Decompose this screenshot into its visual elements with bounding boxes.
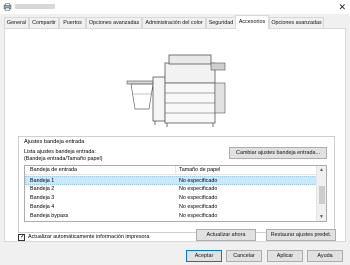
printer-properties-window: ✕ General Compartir Puertos Opciones ava… bbox=[0, 0, 350, 265]
tab-accesorios[interactable]: Accesorios bbox=[235, 15, 269, 29]
list-label-line2: (Bandeja entrada/Tamaño papel) bbox=[24, 155, 103, 162]
vertical-scrollbar[interactable]: ▲ ▼ bbox=[316, 166, 326, 221]
column-divider bbox=[175, 166, 176, 175]
tab-administracion-color[interactable]: Administración del color bbox=[142, 17, 206, 28]
tray-name: Bandeja bypass bbox=[30, 213, 69, 219]
title-bar: ✕ bbox=[0, 0, 350, 14]
paper-size: No especificado bbox=[179, 186, 218, 192]
tab-seguridad[interactable]: Seguridad bbox=[206, 17, 236, 28]
tab-strip: General Compartir Puertos Opciones avanz… bbox=[4, 15, 346, 29]
tray-name: Bandeja 4 bbox=[30, 204, 55, 210]
tab-general[interactable]: General bbox=[4, 17, 29, 28]
paper-size: No especificado bbox=[179, 213, 218, 219]
paper-size: No especificado bbox=[179, 204, 218, 210]
tray-name: Bandeja 3 bbox=[30, 195, 55, 201]
apply-button[interactable]: Aplicar bbox=[267, 250, 303, 262]
tray-name: Bandeja 2 bbox=[30, 186, 55, 192]
restore-defaults-button[interactable]: Restaurar ajustes predet. bbox=[266, 229, 336, 241]
change-tray-settings-button[interactable]: Cambiar ajustes bandeja entrada... bbox=[229, 147, 327, 159]
auto-update-checkbox[interactable]: ✓ bbox=[18, 234, 25, 241]
tray-name: Bandeja 1 bbox=[30, 178, 55, 184]
scroll-down-icon[interactable]: ▼ bbox=[319, 214, 324, 220]
tab-puertos[interactable]: Puertos bbox=[59, 17, 86, 28]
cancel-button[interactable]: Cancelar bbox=[226, 250, 262, 262]
window-title-placeholder bbox=[15, 4, 55, 9]
tray-list[interactable]: Bandeja de entrada Tamaño de papel Bande… bbox=[24, 165, 327, 222]
table-row[interactable]: Bandeja 2 No especificado bbox=[25, 185, 317, 194]
table-row[interactable]: Bandeja 4 No especificado bbox=[25, 203, 317, 212]
tab-opciones-avanzadas[interactable]: Opciones avanzadas bbox=[86, 17, 142, 28]
tab-compartir[interactable]: Compartir bbox=[29, 17, 59, 28]
column-header-tray[interactable]: Bandeja de entrada bbox=[30, 167, 77, 173]
paper-size: No especificado bbox=[179, 178, 218, 184]
paper-size: No especificado bbox=[179, 195, 218, 201]
table-row[interactable]: Bandeja 3 No especificado bbox=[25, 194, 317, 203]
close-icon[interactable]: ✕ bbox=[338, 1, 346, 13]
ok-button[interactable]: Aceptar bbox=[186, 250, 222, 262]
help-button[interactable]: Ayuda bbox=[307, 250, 343, 262]
list-label-line1: Lista ajustes bandeja entrada: bbox=[24, 149, 96, 155]
column-header-size[interactable]: Tamaño de papel bbox=[179, 167, 220, 173]
dialog-button-bar: Aceptar Cancelar Aplicar Ayuda bbox=[0, 244, 350, 265]
tab-opciones-avanzadas-2[interactable]: Opciones avanzadas bbox=[269, 17, 324, 28]
group-title: Ajustes bandeja entrada bbox=[24, 139, 85, 145]
list-label: Lista ajustes bandeja entrada: (Bandeja … bbox=[24, 149, 103, 162]
accessories-panel: Ajustes bandeja entrada Lista ajustes ba… bbox=[4, 29, 346, 242]
update-now-button[interactable]: Actualizar ahora bbox=[196, 229, 256, 241]
printer-icon bbox=[3, 3, 12, 11]
printer-illustration bbox=[126, 54, 226, 127]
table-row[interactable]: Bandeja 1 No especificado bbox=[25, 176, 317, 185]
tray-settings-group: Ajustes bandeja entrada Lista ajustes ba… bbox=[18, 136, 335, 233]
table-row[interactable]: Bandeja bypass No especificado bbox=[25, 212, 317, 221]
auto-update-label: Actualizar automáticamente información i… bbox=[28, 234, 150, 240]
scroll-up-icon[interactable]: ▲ bbox=[319, 167, 324, 173]
table-header: Bandeja de entrada Tamaño de papel bbox=[25, 166, 317, 175]
scroll-thumb[interactable] bbox=[319, 186, 325, 204]
checkmark-icon: ✓ bbox=[20, 234, 26, 240]
